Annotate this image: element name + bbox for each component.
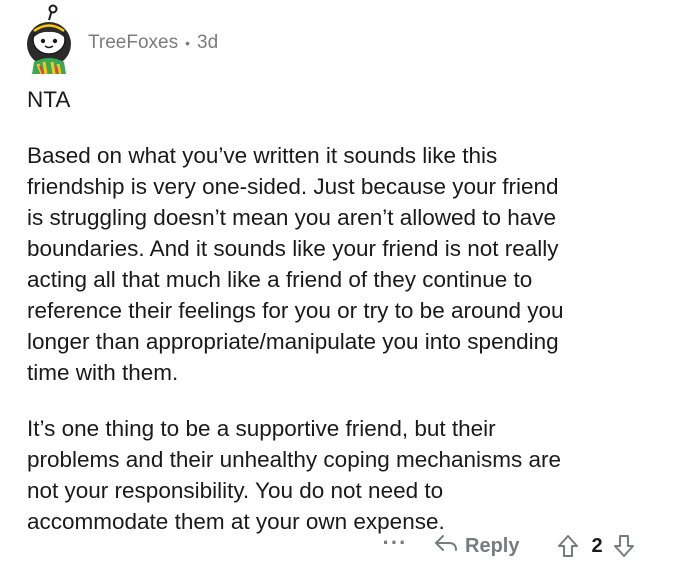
- comment-paragraph-2: It’s one thing to be a supportive friend…: [27, 416, 562, 534]
- vote-score: 2: [591, 534, 603, 557]
- comment-paragraph-1: Based on what you’ve written it sounds l…: [27, 143, 564, 385]
- meta-separator: •: [185, 35, 191, 51]
- comment-age: 3d: [197, 32, 219, 53]
- reply-label: Reply: [465, 534, 520, 557]
- more-options-button[interactable]: ···: [380, 532, 410, 554]
- downvote-arrow-icon[interactable]: [613, 534, 635, 558]
- comment: TreeFoxes • 3d NTA Based on what you’ve …: [0, 0, 700, 568]
- user-avatar-icon[interactable]: [18, 4, 80, 76]
- author-username[interactable]: TreeFoxes: [88, 32, 178, 54]
- comment-actions: ··· Reply 2: [380, 530, 635, 562]
- reply-button[interactable]: Reply: [434, 533, 519, 559]
- upvote-arrow-icon[interactable]: [557, 534, 579, 558]
- comment-verdict: NTA: [27, 87, 71, 112]
- vote-controls: 2: [557, 534, 634, 558]
- comment-meta: TreeFoxes • 3d: [88, 32, 218, 54]
- comment-body: NTA Based on what you’ve written it soun…: [27, 84, 667, 537]
- comment-header: TreeFoxes • 3d: [18, 4, 218, 76]
- reply-arrow-icon: [434, 533, 465, 559]
